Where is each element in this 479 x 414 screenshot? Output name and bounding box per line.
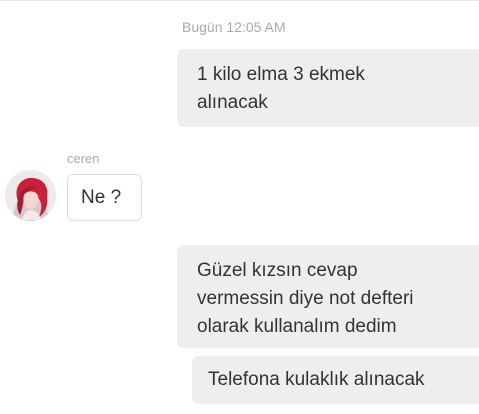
message-line: 1 kilo elma 3 ekmek	[197, 64, 365, 85]
incoming-message-bubble[interactable]: Ne ?	[67, 174, 142, 221]
sender-avatar[interactable]	[5, 170, 56, 221]
message-line: olarak kullanalım dedim	[197, 316, 397, 337]
message-line: Telefona kulaklık alınacak	[208, 369, 425, 390]
message-line: Ne ?	[81, 187, 122, 208]
message-line: alınacak	[197, 92, 268, 113]
avatar-photo-icon	[5, 170, 56, 221]
sender-name: ceren	[67, 151, 100, 166]
outgoing-message-bubble[interactable]: 1 kilo elma 3 ekmek alınacak	[177, 49, 479, 127]
top-divider	[0, 0, 479, 1]
outgoing-message-bubble[interactable]: Telefona kulaklık alınacak	[192, 356, 479, 404]
message-line: vermessin diye not defteri	[197, 288, 414, 309]
outgoing-message-bubble[interactable]: Güzel kızsın cevap vermessin diye not de…	[177, 245, 479, 348]
message-timestamp: Bugün 12:05 AM	[182, 19, 286, 35]
message-line: Güzel kızsın cevap	[197, 260, 358, 281]
